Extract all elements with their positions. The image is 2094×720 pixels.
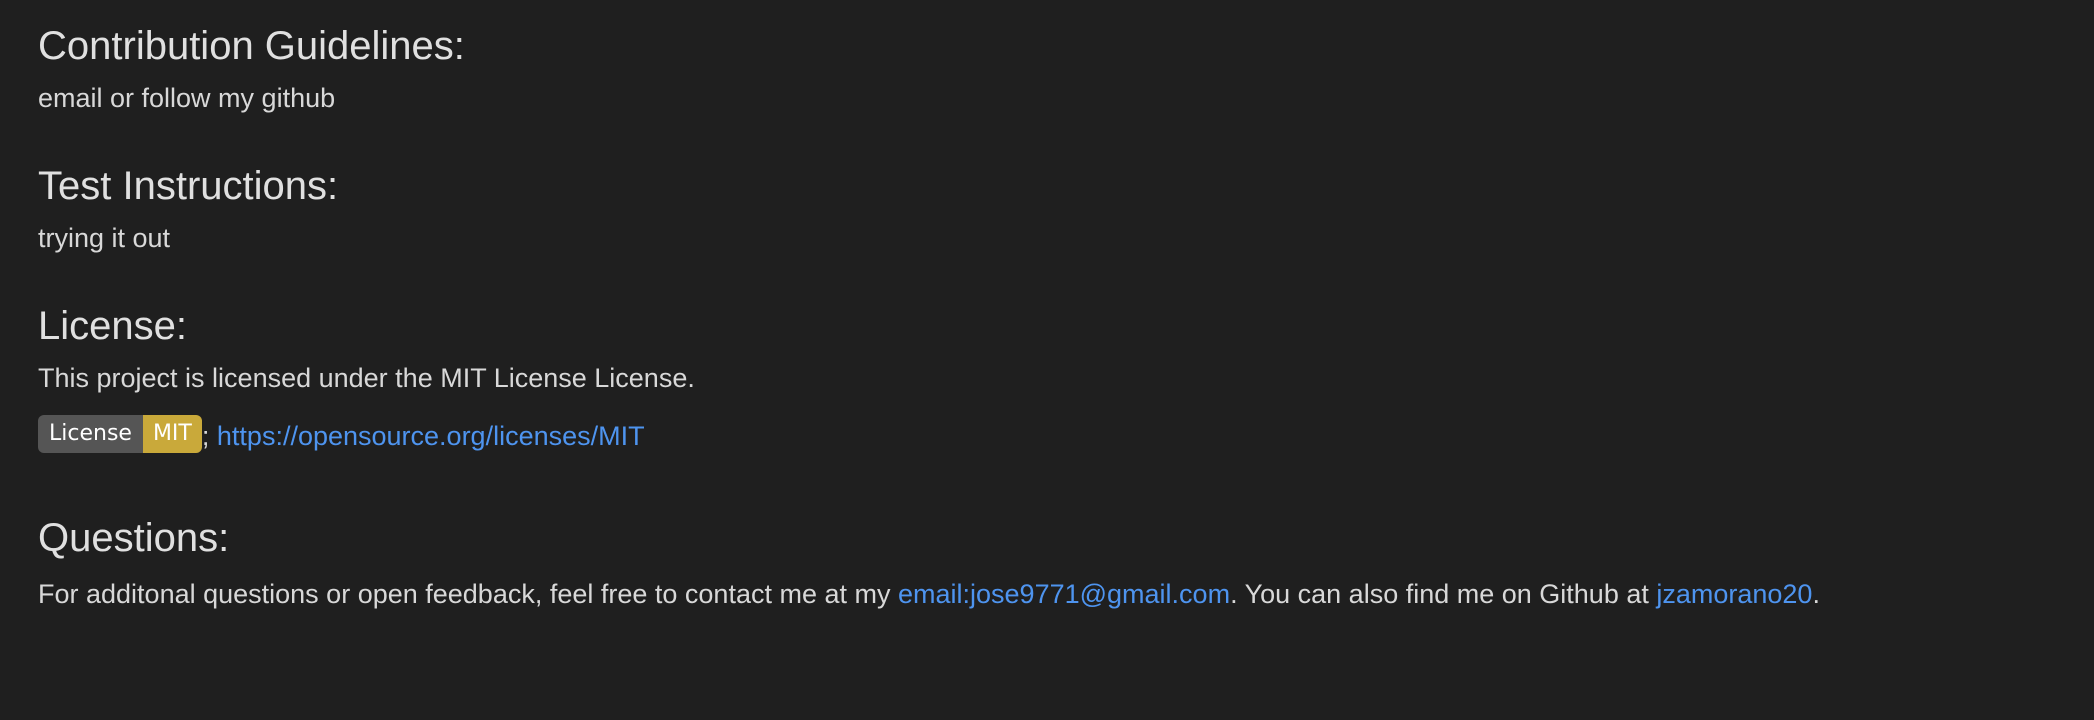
license-text: This project is licensed under the MIT L… — [38, 363, 695, 393]
questions-section: Questions: For additonal questions or op… — [38, 514, 1820, 612]
questions-text-middle: . You can also find me on Github at — [1230, 579, 1657, 609]
badge-label: License — [38, 414, 143, 453]
license-section: License: This project is licensed under … — [38, 302, 695, 457]
questions-text-before: For additonal questions or open feedback… — [38, 579, 898, 609]
questions-text-after: . — [1812, 579, 1820, 609]
license-badge-row: License MIT ; https://opensource.org/lic… — [38, 414, 695, 457]
badge-message: MIT — [142, 414, 202, 453]
contribution-text: email or follow my github — [38, 83, 336, 113]
email-link[interactable]: email:jose9771@gmail.com — [898, 579, 1230, 609]
license-badge[interactable]: License MIT — [38, 414, 202, 453]
test-text: trying it out — [38, 223, 171, 253]
contribution-section: Contribution Guidelines: email or follow… — [38, 22, 465, 116]
github-link[interactable]: jzamorano20 — [1656, 579, 1812, 609]
license-heading: License: — [38, 304, 187, 348]
contribution-heading: Contribution Guidelines: — [38, 24, 465, 68]
questions-heading: Questions: — [38, 516, 230, 560]
license-link[interactable]: https://opensource.org/licenses/MIT — [217, 421, 645, 451]
test-heading: Test Instructions: — [38, 164, 339, 208]
questions-text: For additonal questions or open feedback… — [38, 576, 1820, 612]
test-section: Test Instructions: trying it out — [38, 162, 338, 256]
badge-separator: ; — [201, 421, 210, 451]
